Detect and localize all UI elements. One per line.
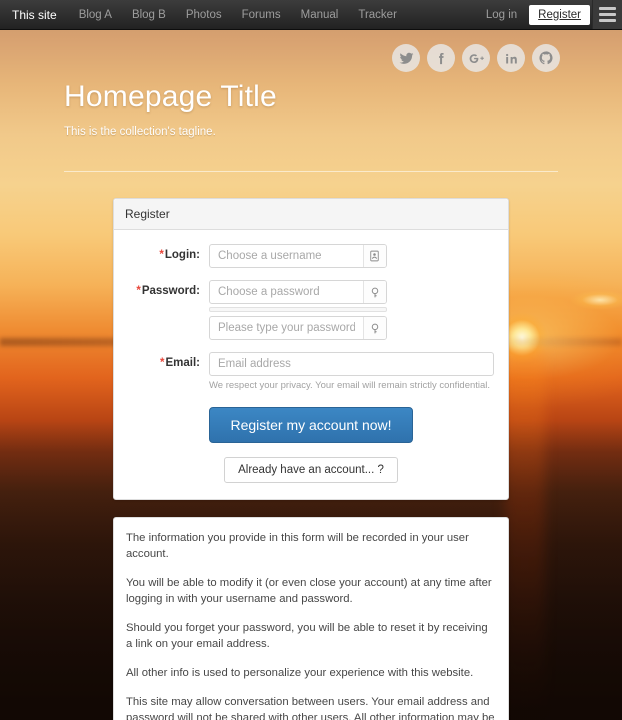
nav-login-link[interactable]: Log in — [476, 0, 527, 29]
key-icon[interactable] — [362, 317, 386, 339]
password-input[interactable] — [210, 281, 363, 303]
register-panel: Register *Login: Choose a username *Pass… — [113, 198, 509, 500]
password-confirm-input-group — [209, 316, 387, 340]
register-form-actions: Register my account now! Already have an… — [125, 407, 497, 483]
hero-divider — [64, 171, 558, 172]
required-marker: * — [136, 285, 141, 297]
nav-item-photos[interactable]: Photos — [176, 0, 232, 29]
register-submit-button[interactable]: Register my account now! — [209, 407, 413, 443]
info-paragraph: This site may allow conversation between… — [126, 696, 495, 720]
form-row-login: *Login: — [125, 244, 497, 268]
nav-account-links: Log in Register — [476, 0, 622, 29]
password-input-group — [209, 280, 387, 304]
top-navigation-bar: This site Blog A Blog B Photos Forums Ma… — [0, 0, 622, 30]
required-marker: * — [159, 249, 164, 261]
nav-item-blog-b[interactable]: Blog B — [122, 0, 176, 29]
login-label-text: Login: — [164, 249, 200, 261]
nav-register-wrapper: Register — [527, 0, 592, 29]
nav-item-manual[interactable]: Manual — [291, 0, 349, 29]
hamburger-bar — [599, 13, 616, 16]
password-label-text: Password: — [141, 285, 200, 297]
email-input-group — [209, 352, 494, 376]
github-icon[interactable] — [532, 44, 560, 72]
nav-item-forums[interactable]: Forums — [232, 0, 291, 29]
hamburger-bar — [599, 7, 616, 10]
hamburger-icon[interactable] — [592, 0, 622, 29]
key-icon[interactable] — [362, 281, 386, 303]
password-strength-meter — [209, 307, 387, 312]
password-field-column — [209, 280, 387, 340]
nav-register-button[interactable]: Register — [529, 4, 590, 25]
login-field-column — [209, 244, 387, 268]
email-input[interactable] — [210, 353, 493, 375]
google-plus-icon[interactable] — [462, 44, 490, 72]
login-label: *Login: — [125, 244, 209, 261]
login-input[interactable] — [210, 245, 363, 267]
hero-section: Homepage Title This is the collection's … — [0, 30, 622, 172]
linkedin-icon[interactable] — [497, 44, 525, 72]
info-paragraph: You will be able to modify it (or even c… — [126, 577, 492, 605]
form-row-password: *Password: — [125, 280, 497, 340]
already-have-account-button[interactable]: Already have an account... ? — [224, 457, 398, 483]
login-input-group — [209, 244, 387, 268]
page-tagline: This is the collection's tagline. — [64, 126, 216, 138]
form-row-email: *Email: We respect your privacy. Your em… — [125, 352, 497, 391]
hamburger-bar — [599, 19, 616, 22]
email-label-text: Email: — [165, 357, 200, 369]
registration-info-panel: The information you provide in this form… — [113, 517, 509, 720]
register-form: *Login: *Password — [114, 230, 508, 499]
email-label: *Email: — [125, 352, 209, 369]
nav-item-blog-a[interactable]: Blog A — [69, 0, 122, 29]
register-panel-heading: Register — [114, 199, 508, 230]
info-paragraph: Should you forget your password, you wil… — [126, 622, 488, 650]
email-help-text: We respect your privacy. Your email will… — [209, 380, 491, 391]
required-marker: * — [160, 357, 165, 369]
info-paragraph: All other info is used to personalize yo… — [126, 667, 474, 679]
social-links-row — [392, 44, 560, 72]
facebook-icon[interactable] — [427, 44, 455, 72]
info-paragraph: The information you provide in this form… — [126, 532, 469, 560]
password-label: *Password: — [125, 280, 209, 297]
nav-primary-links: This site Blog A Blog B Photos Forums Ma… — [4, 0, 407, 29]
nav-item-tracker[interactable]: Tracker — [348, 0, 407, 29]
page-title: Homepage Title — [64, 80, 277, 113]
email-field-column: We respect your privacy. Your email will… — [209, 352, 494, 391]
twitter-icon[interactable] — [392, 44, 420, 72]
nav-brand-this-site[interactable]: This site — [4, 0, 69, 29]
password-confirm-input[interactable] — [210, 317, 363, 339]
main-content: Register *Login: Choose a username *Pass… — [0, 198, 622, 720]
id-card-icon[interactable] — [362, 245, 386, 267]
